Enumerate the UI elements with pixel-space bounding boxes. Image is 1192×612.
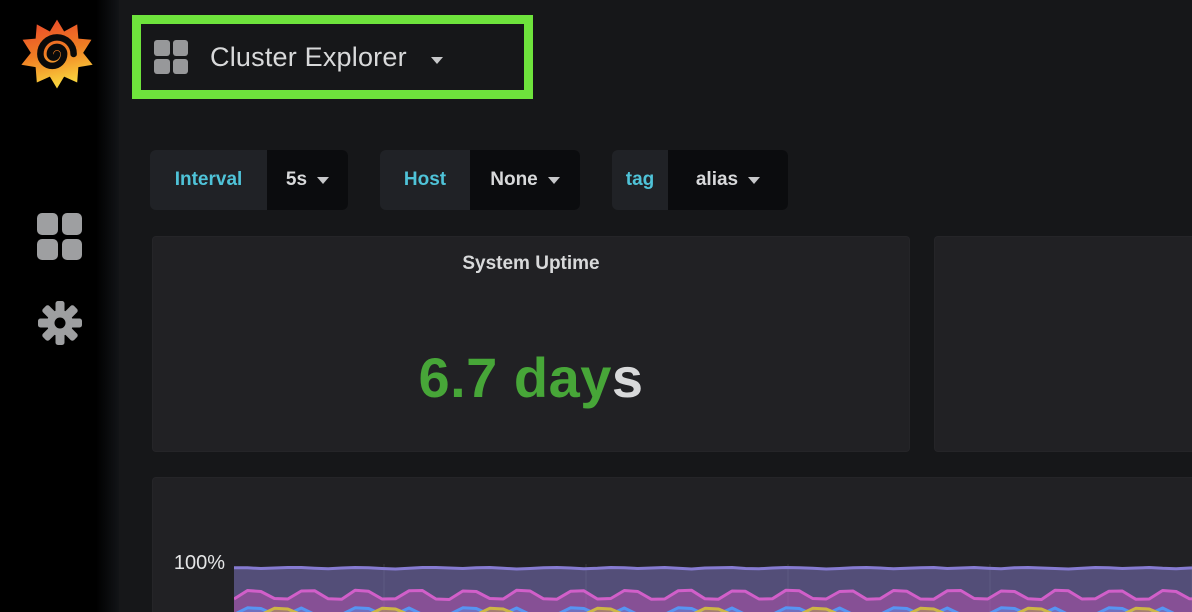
variable-tag-dropdown[interactable]: alias bbox=[668, 150, 788, 210]
panel-title[interactable]: System Uptime bbox=[153, 237, 909, 275]
chevron-down-icon bbox=[548, 177, 560, 184]
variable-tag-value: alias bbox=[696, 169, 738, 191]
sidebar-item-configuration[interactable] bbox=[36, 299, 84, 347]
uptime-value-number: 6.7 day bbox=[418, 346, 611, 409]
y-axis-tick-100: 100% bbox=[153, 552, 225, 575]
variable-host: Host None bbox=[380, 150, 580, 210]
variable-host-value: None bbox=[490, 169, 538, 191]
variable-host-dropdown[interactable]: None bbox=[470, 150, 580, 210]
variable-host-label: Host bbox=[380, 150, 470, 210]
usage-area-chart bbox=[234, 564, 1192, 612]
variable-tag: tag alias bbox=[612, 150, 788, 210]
gear-icon bbox=[36, 299, 84, 347]
variable-interval: Interval 5s bbox=[150, 150, 348, 210]
variable-tag-label: tag bbox=[612, 150, 668, 210]
variable-interval-value: 5s bbox=[286, 169, 307, 191]
page-title: Cluster Explorer bbox=[210, 42, 407, 73]
chevron-down-icon bbox=[431, 57, 443, 64]
panel-usage-chart: 100% bbox=[152, 477, 1192, 612]
uptime-value: 6.7 days bbox=[153, 345, 909, 410]
variable-interval-label: Interval bbox=[150, 150, 267, 210]
dashboard-title-dropdown[interactable]: Cluster Explorer bbox=[146, 29, 451, 85]
apps-grid-icon bbox=[37, 213, 82, 260]
panel-empty bbox=[934, 236, 1192, 452]
sidebar bbox=[0, 0, 119, 612]
chevron-down-icon bbox=[317, 177, 329, 184]
apps-grid-icon bbox=[154, 40, 188, 74]
chevron-down-icon bbox=[748, 177, 760, 184]
template-variables-row: Interval 5s Host None tag alias bbox=[150, 150, 788, 210]
grafana-logo-icon[interactable] bbox=[19, 16, 95, 92]
panel-system-uptime: System Uptime 6.7 days bbox=[152, 236, 910, 452]
variable-interval-dropdown[interactable]: 5s bbox=[267, 150, 348, 210]
sidebar-item-dashboards[interactable] bbox=[37, 213, 82, 260]
uptime-value-suffix: s bbox=[612, 346, 644, 409]
